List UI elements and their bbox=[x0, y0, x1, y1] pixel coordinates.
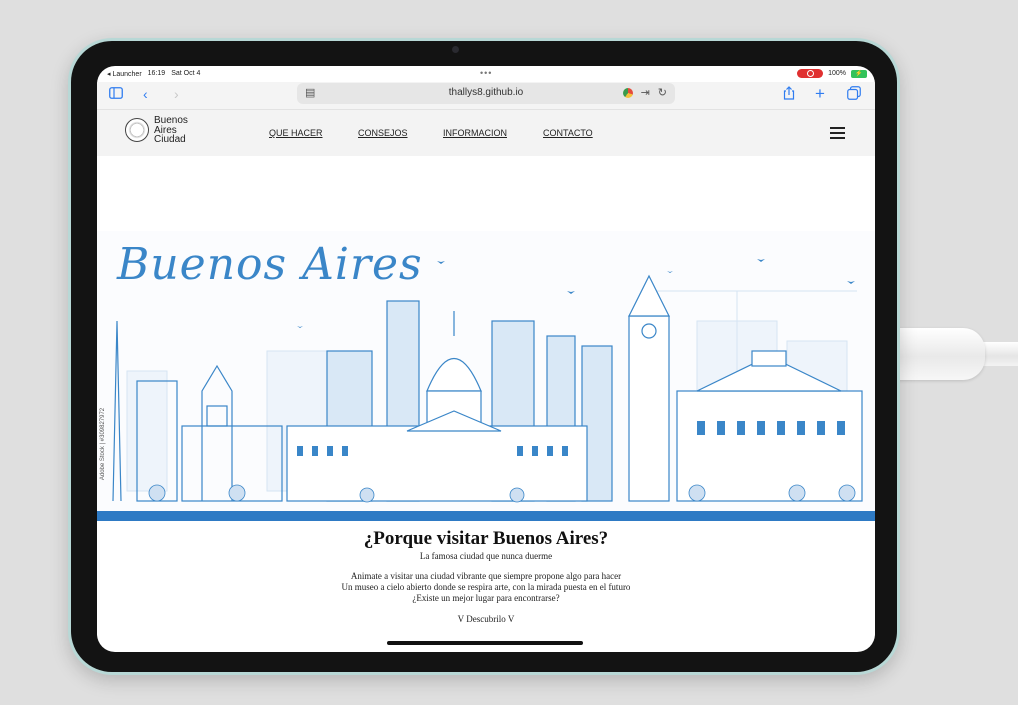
section-subtitle: La famosa ciudad que nunca duerme bbox=[419, 551, 553, 561]
reader-icon[interactable]: ⇥ bbox=[641, 86, 650, 99]
reload-icon[interactable]: ↻ bbox=[658, 86, 667, 99]
site-header: Buenos Aires Ciudad QUE HACER CONSEJOS I… bbox=[97, 109, 875, 156]
section-title: ¿Porque visitar Buenos Aires? bbox=[363, 528, 609, 549]
image-credit: Adobe Stock | #309827972 bbox=[100, 407, 107, 481]
body-line: Animate a visitar una ciudad vibrante qu… bbox=[350, 571, 622, 581]
body-line: ¿Existe un mejor lugar para encontrarse? bbox=[412, 593, 560, 603]
browser-toolbar: ‹ › ▤ thallys8.github.io ⇥ ↻ + bbox=[97, 82, 875, 109]
nav-que-hacer[interactable]: QUE HACER bbox=[269, 128, 323, 138]
section-body: Animate a visitar una ciudad vibrante qu… bbox=[97, 571, 875, 604]
extension-icon[interactable] bbox=[622, 87, 633, 98]
tablet-bezel: ◂ Launcher 16:19 Sat Oct 4 ••• 100% ⚡ ‹ … bbox=[71, 41, 897, 672]
camera-icon bbox=[452, 46, 459, 53]
nav-informacion[interactable]: INFORMACION bbox=[443, 128, 507, 138]
city-seal-icon bbox=[125, 118, 149, 143]
logo-text: Buenos Aires Ciudad bbox=[154, 115, 188, 145]
url-text[interactable]: thallys8.github.io bbox=[297, 87, 675, 98]
back-arrow-icon[interactable]: ‹ bbox=[143, 86, 148, 102]
new-tab-icon[interactable]: + bbox=[815, 85, 825, 102]
nav-contacto[interactable]: CONTACTO bbox=[543, 128, 593, 138]
cable-plug bbox=[895, 328, 985, 380]
forward-arrow-icon[interactable]: › bbox=[174, 86, 179, 102]
hero-ground-strip bbox=[97, 511, 875, 521]
tablet-screen: ◂ Launcher 16:19 Sat Oct 4 ••• 100% ⚡ ‹ … bbox=[97, 66, 875, 652]
battery-icon: ⚡ bbox=[851, 69, 867, 78]
multitasking-dots[interactable]: ••• bbox=[480, 68, 492, 78]
hero-title: Buenos Aires bbox=[117, 239, 423, 290]
tablet-frame: ◂ Launcher 16:19 Sat Oct 4 ••• 100% ⚡ ‹ … bbox=[68, 38, 900, 675]
intro-section: ¿Porque visitar Buenos Aires? La famosa … bbox=[97, 528, 875, 624]
site-logo[interactable]: Buenos Aires Ciudad bbox=[125, 116, 188, 145]
hamburger-menu-icon[interactable] bbox=[830, 127, 845, 142]
discover-link[interactable]: V Descubrilo V bbox=[97, 614, 875, 624]
status-date: Sat Oct 4 bbox=[171, 70, 201, 77]
tabs-overview-icon[interactable] bbox=[847, 86, 861, 103]
sidebar-icon[interactable] bbox=[109, 86, 123, 102]
battery-percent: 100% bbox=[828, 70, 846, 77]
home-indicator[interactable] bbox=[387, 641, 583, 645]
back-to-app[interactable]: ◂ Launcher bbox=[107, 70, 142, 78]
status-bar: ◂ Launcher 16:19 Sat Oct 4 ••• 100% ⚡ bbox=[97, 66, 875, 82]
cable-cord bbox=[981, 342, 1018, 366]
nav-consejos[interactable]: CONSEJOS bbox=[358, 128, 408, 138]
hero-banner: Buenos Aires Adobe Stock | #309827972 bbox=[97, 231, 875, 521]
share-icon[interactable] bbox=[783, 86, 795, 103]
desktop-background: ◂ Launcher 16:19 Sat Oct 4 ••• 100% ⚡ ‹ … bbox=[0, 0, 1018, 705]
body-line: Un museo a cielo abierto donde se respir… bbox=[341, 582, 631, 592]
screen-recording-icon[interactable] bbox=[797, 69, 824, 78]
usb-cable bbox=[895, 328, 1018, 380]
address-bar[interactable]: ▤ thallys8.github.io ⇥ ↻ bbox=[297, 83, 675, 104]
status-time: 16:19 bbox=[147, 70, 166, 77]
